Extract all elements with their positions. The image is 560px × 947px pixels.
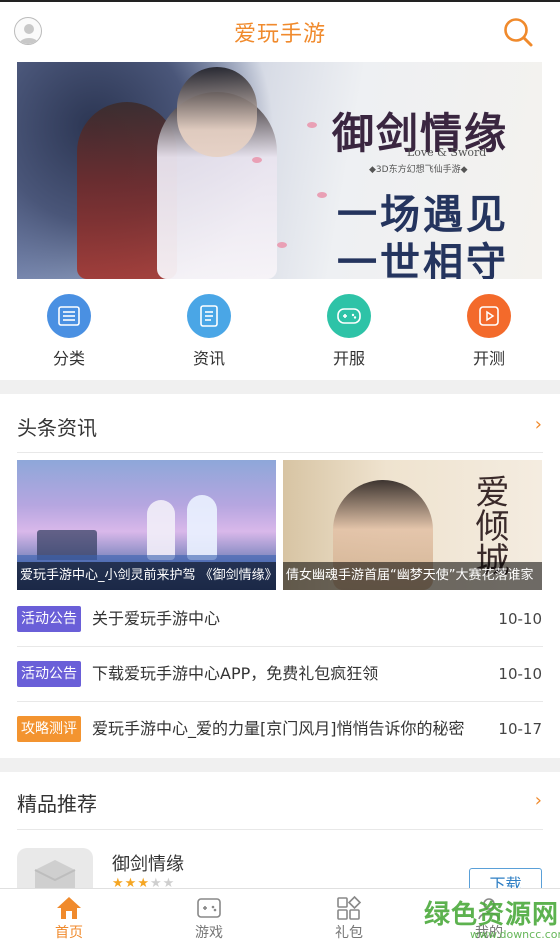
- headline-caption: 倩女幽魂手游首届“幽梦天使”大赛花落谁家: [283, 562, 542, 590]
- section-title: 精品推荐: [17, 792, 97, 816]
- quick-nav-label: 资讯: [192, 349, 225, 368]
- news-tag: 活动公告: [17, 606, 81, 632]
- tab-gifts[interactable]: 礼包: [309, 895, 389, 942]
- tab-games[interactable]: 游戏: [169, 895, 249, 942]
- section-divider: [0, 380, 560, 394]
- news-tag: 活动公告: [17, 661, 81, 687]
- news-date: 10-10: [498, 665, 542, 683]
- banner-character: [177, 67, 257, 157]
- quick-nav-label: 开服: [332, 349, 365, 368]
- gamepad-icon: [327, 294, 371, 338]
- news-item[interactable]: 活动公告 下载爱玩手游中心APP，免费礼包疯狂领 10-10: [0, 647, 560, 702]
- headline-card[interactable]: 爱倾城 倩女幽魂手游首届“幽梦天使”大赛花落谁家: [283, 460, 542, 590]
- news-item[interactable]: 活动公告 关于爱玩手游中心 10-10: [0, 592, 560, 647]
- chevron-right-icon[interactable]: ›: [535, 790, 542, 811]
- headline-caption: 爱玩手游中心_小剑灵前来护驾 《御剑情缘》: [17, 562, 276, 590]
- section-title: 头条资讯: [17, 416, 97, 440]
- headline-card[interactable]: 爱玩手游中心_小剑灵前来护驾 《御剑情缘》: [17, 460, 276, 590]
- quick-nav-label: 分类: [52, 349, 85, 368]
- tab-home[interactable]: 首页: [29, 895, 109, 942]
- app-name: 御剑情缘: [112, 854, 184, 875]
- quick-nav-label: 开测: [472, 349, 505, 368]
- quick-nav-news[interactable]: 资讯: [159, 294, 259, 369]
- banner-slogan-2: 一世相守: [337, 239, 509, 279]
- quick-nav: 分类 资讯 开服 开测: [0, 280, 560, 380]
- recommend-header[interactable]: 精品推荐 ›: [0, 772, 560, 828]
- quick-nav-category[interactable]: 分类: [19, 294, 119, 369]
- news-date: 10-10: [498, 610, 542, 628]
- tab-label: 游戏: [195, 925, 223, 941]
- news-date: 10-17: [498, 720, 542, 738]
- gamepad-icon: [195, 895, 223, 921]
- tab-label: 首页: [55, 925, 83, 941]
- news-tag: 攻略测评: [17, 716, 81, 742]
- news-title: 关于爱玩手游中心: [92, 609, 221, 628]
- section-divider: [0, 758, 560, 772]
- recommend-item[interactable]: 御剑情缘 ★★★★★ 下载: [0, 830, 560, 908]
- play-icon: [467, 294, 511, 338]
- divider: [17, 452, 543, 453]
- banner-game-logo-en: Love & Sword: [407, 146, 487, 159]
- list-icon: [47, 294, 91, 338]
- app-title: 爱玩手游: [233, 22, 326, 47]
- news-title: 爱玩手游中心_爱的力量[京门风月]悄悄告诉你的秘密: [92, 719, 465, 738]
- watermark-url: www.downcc.com: [470, 928, 560, 941]
- watermark: 绿色资源网: [424, 900, 560, 930]
- quick-nav-test[interactable]: 开测: [439, 294, 539, 369]
- banner-subtitle: ◆3D东方幻想飞仙手游◆: [369, 165, 468, 175]
- top-bar: 爱玩手游: [0, 0, 560, 62]
- news-title: 下载爱玩手游中心APP，免费礼包疯狂领: [92, 664, 379, 683]
- home-icon: [55, 895, 83, 921]
- tab-label: 礼包: [335, 925, 363, 941]
- search-icon[interactable]: [502, 16, 534, 48]
- document-icon: [187, 294, 231, 338]
- news-item[interactable]: 攻略测评 爱玩手游中心_爱的力量[京门风月]悄悄告诉你的秘密 10-17: [0, 702, 560, 757]
- quick-nav-server[interactable]: 开服: [299, 294, 399, 369]
- chevron-right-icon[interactable]: ›: [535, 414, 542, 435]
- headlines-header[interactable]: 头条资讯 ›: [0, 396, 560, 452]
- promo-banner[interactable]: 御剑情缘 Love & Sword ◆3D东方幻想飞仙手游◆ 一场遇见 一世相守: [17, 62, 542, 279]
- gift-grid-icon: [335, 895, 363, 921]
